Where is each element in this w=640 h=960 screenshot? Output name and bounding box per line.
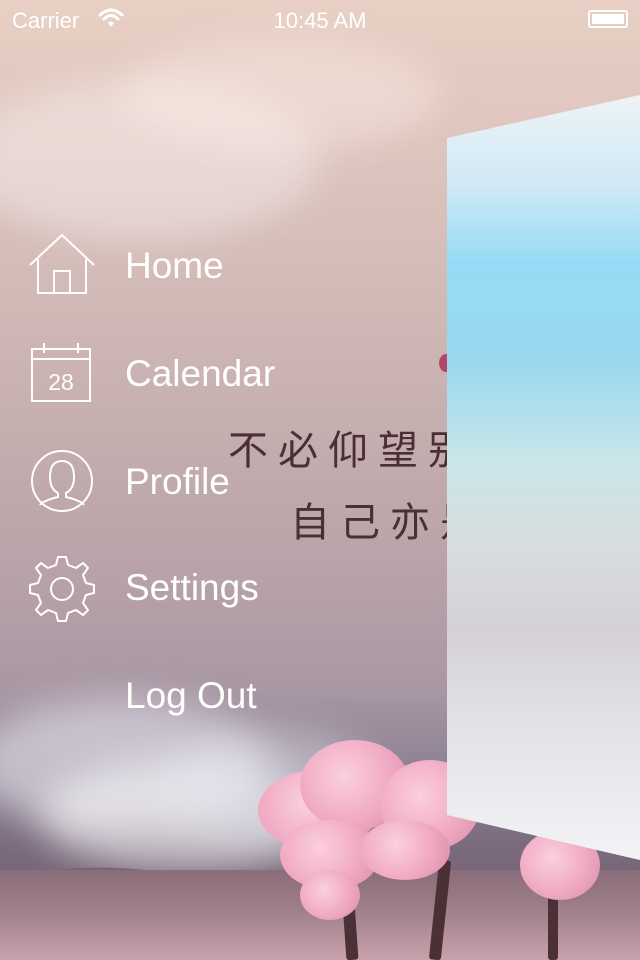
menu-item-calendar[interactable]: 28 Calendar bbox=[26, 339, 426, 419]
battery-icon bbox=[588, 10, 628, 28]
menu-item-label: Settings bbox=[125, 567, 259, 608]
status-time: 10:45 AM bbox=[273, 8, 367, 33]
battery-level bbox=[592, 14, 624, 24]
menu-item-label: Profile bbox=[125, 461, 230, 502]
menu-item-label: Home bbox=[125, 245, 224, 286]
cloud bbox=[120, 40, 440, 150]
menu-item-label: Calendar bbox=[125, 353, 276, 394]
calendar-icon: 28 bbox=[26, 339, 98, 411]
status-bar: Carrier 10:45 AM bbox=[0, 0, 640, 40]
menu-item-settings[interactable]: Settings bbox=[26, 553, 426, 633]
menu-item-label: Log Out bbox=[125, 675, 257, 716]
user-icon bbox=[26, 447, 98, 519]
tree-blossom bbox=[360, 820, 450, 880]
tree-blossom bbox=[300, 870, 360, 920]
content-view-panel[interactable] bbox=[447, 0, 640, 960]
calendar-date: 28 bbox=[48, 369, 74, 395]
menu-item-home[interactable]: Home bbox=[26, 231, 426, 311]
house-icon bbox=[26, 231, 98, 303]
menu-item-profile[interactable]: Profile bbox=[26, 447, 426, 527]
gear-icon bbox=[26, 553, 98, 625]
menu-item-logout[interactable]: Log Out bbox=[26, 661, 426, 741]
